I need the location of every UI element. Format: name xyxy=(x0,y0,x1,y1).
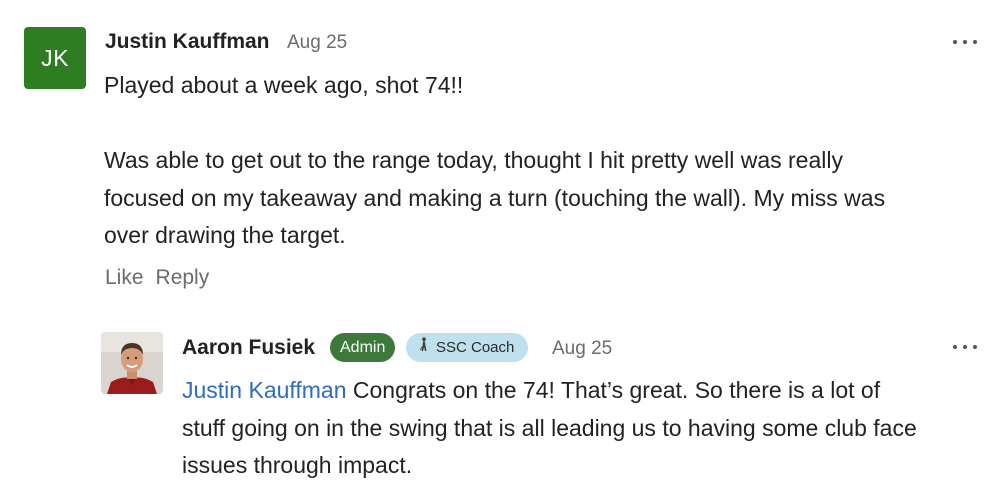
avatar[interactable] xyxy=(101,332,163,394)
reply-body: Justin Kauffman Congrats on the 74! That… xyxy=(182,372,927,485)
author-name[interactable]: Aaron Fusiek xyxy=(182,336,315,360)
user-mention-link[interactable]: Justin Kauffman xyxy=(182,377,347,403)
like-button[interactable]: Like xyxy=(105,266,144,290)
comment-paragraph: Was able to get out to the range today, … xyxy=(104,147,886,248)
coach-badge-label: SSC Coach xyxy=(436,339,515,356)
post-date[interactable]: Aug 25 xyxy=(287,32,347,54)
avatar[interactable]: JK xyxy=(24,27,86,89)
more-options-icon[interactable] xyxy=(953,341,977,353)
more-options-icon[interactable] xyxy=(953,36,977,48)
avatar-initials: JK xyxy=(41,44,69,71)
comment-body: Played about a week ago, shot 74!! Was a… xyxy=(104,67,934,255)
coach-badge: SSC Coach xyxy=(406,333,529,362)
post-date[interactable]: Aug 25 xyxy=(552,338,612,360)
author-name[interactable]: Justin Kauffman xyxy=(105,30,270,54)
golfer-icon xyxy=(419,333,429,362)
comment-actions: Like Reply xyxy=(105,266,209,290)
reply-button[interactable]: Reply xyxy=(156,266,210,290)
comment-paragraph: Played about a week ago, shot 74!! xyxy=(104,72,464,98)
admin-badge: Admin xyxy=(330,333,396,362)
